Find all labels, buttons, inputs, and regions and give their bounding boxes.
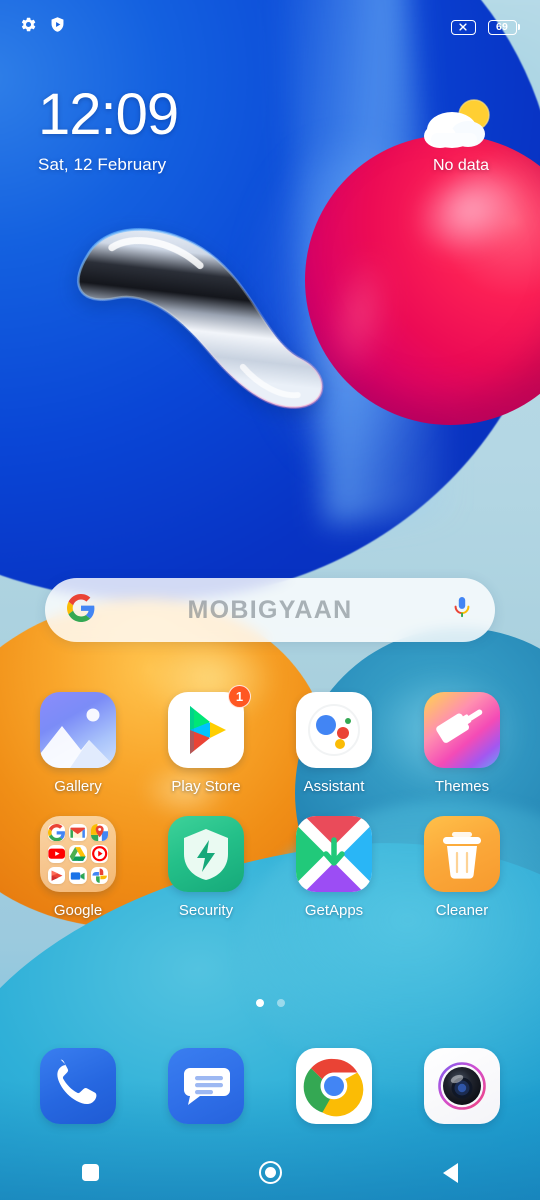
no-sim-icon xyxy=(450,19,476,35)
play-store-badge: 1 xyxy=(228,685,251,708)
page-dot-1[interactable] xyxy=(255,999,264,1007)
app-label: Play Store xyxy=(171,778,241,795)
app-label: Assistant xyxy=(303,778,365,795)
clock-date: Sat, 12 February xyxy=(38,155,167,174)
app-label: GetApps xyxy=(304,902,364,919)
page-dot-2[interactable] xyxy=(276,999,285,1007)
app-play-store[interactable]: 1 Play Store xyxy=(142,685,270,795)
app-grid: Gallery 1 Play Store Assistant Themes Go… xyxy=(0,685,540,919)
app-themes[interactable]: Themes xyxy=(398,692,526,795)
photos-icon xyxy=(90,866,108,884)
status-bar-right-icons: 69 xyxy=(450,19,520,35)
play-movies-icon xyxy=(48,866,66,884)
security-icon[interactable] xyxy=(168,816,244,892)
status-bar-left-icons xyxy=(20,16,66,38)
status-bar[interactable]: 69 xyxy=(0,0,540,54)
dock-item-chrome[interactable] xyxy=(270,1048,398,1124)
themes-icon[interactable] xyxy=(424,692,500,768)
app-getapps[interactable]: GetApps xyxy=(270,816,398,919)
home-circle-icon xyxy=(258,1161,282,1184)
battery-indicator: 69 xyxy=(487,19,520,35)
app-label: Security xyxy=(178,902,234,919)
clock-widget[interactable]: 12:09 Sat, 12 February xyxy=(38,82,179,175)
google-search-bar[interactable]: MOBIGYAAN xyxy=(45,578,495,642)
play-protect-shield-icon xyxy=(49,16,66,38)
youtube-icon xyxy=(48,845,66,863)
app-assistant[interactable]: Assistant xyxy=(270,692,398,795)
recents-button[interactable] xyxy=(0,1145,180,1200)
maps-icon xyxy=(90,824,108,842)
app-label: Cleaner xyxy=(435,902,489,919)
gallery-icon[interactable] xyxy=(40,692,116,768)
gear-icon xyxy=(20,16,37,38)
weather-status-text: No data xyxy=(432,157,490,174)
dock-item-messages[interactable] xyxy=(142,1048,270,1124)
weather-widget[interactable]: No data xyxy=(406,96,516,175)
sun-behind-cloud-icon xyxy=(406,96,516,154)
back-triangle-icon xyxy=(442,1162,458,1183)
play-store-icon[interactable]: 1 xyxy=(168,685,251,768)
home-button[interactable] xyxy=(180,1145,360,1200)
cleaner-icon[interactable] xyxy=(424,816,500,892)
getapps-icon[interactable] xyxy=(296,816,372,892)
back-button[interactable] xyxy=(360,1145,540,1200)
google-search-icon xyxy=(48,824,66,842)
app-gallery[interactable]: Gallery xyxy=(14,692,142,795)
app-google-folder[interactable]: Google xyxy=(14,816,142,919)
gmail-icon xyxy=(69,824,87,842)
meet-icon xyxy=(69,866,87,884)
youtube-music-icon xyxy=(90,845,108,863)
battery-cap xyxy=(518,24,520,30)
app-label: Themes xyxy=(434,778,490,795)
clock-time: 12:09 xyxy=(38,82,179,147)
page-indicator xyxy=(0,999,540,1007)
dock-item-phone[interactable] xyxy=(14,1048,142,1124)
dock xyxy=(0,1048,540,1124)
messages-icon[interactable] xyxy=(168,1048,244,1124)
navigation-bar xyxy=(0,1145,540,1200)
camera-icon[interactable] xyxy=(424,1048,500,1124)
chrome-icon[interactable] xyxy=(296,1048,372,1124)
google-folder-grid xyxy=(40,816,116,892)
assistant-icon[interactable] xyxy=(296,692,372,768)
app-security[interactable]: Security xyxy=(142,816,270,919)
battery-level-text: 69 xyxy=(495,20,509,33)
microphone-icon[interactable] xyxy=(451,595,473,626)
dock-item-camera[interactable] xyxy=(398,1048,526,1124)
drive-icon xyxy=(69,845,87,863)
search-watermark: MOBIGYAAN xyxy=(187,595,353,624)
recents-square-icon xyxy=(81,1164,99,1181)
app-cleaner[interactable]: Cleaner xyxy=(398,816,526,919)
google-folder-icon[interactable] xyxy=(40,816,116,892)
phone-icon[interactable] xyxy=(40,1048,116,1124)
app-label: Gallery xyxy=(54,778,102,795)
app-label: Google xyxy=(53,902,103,919)
